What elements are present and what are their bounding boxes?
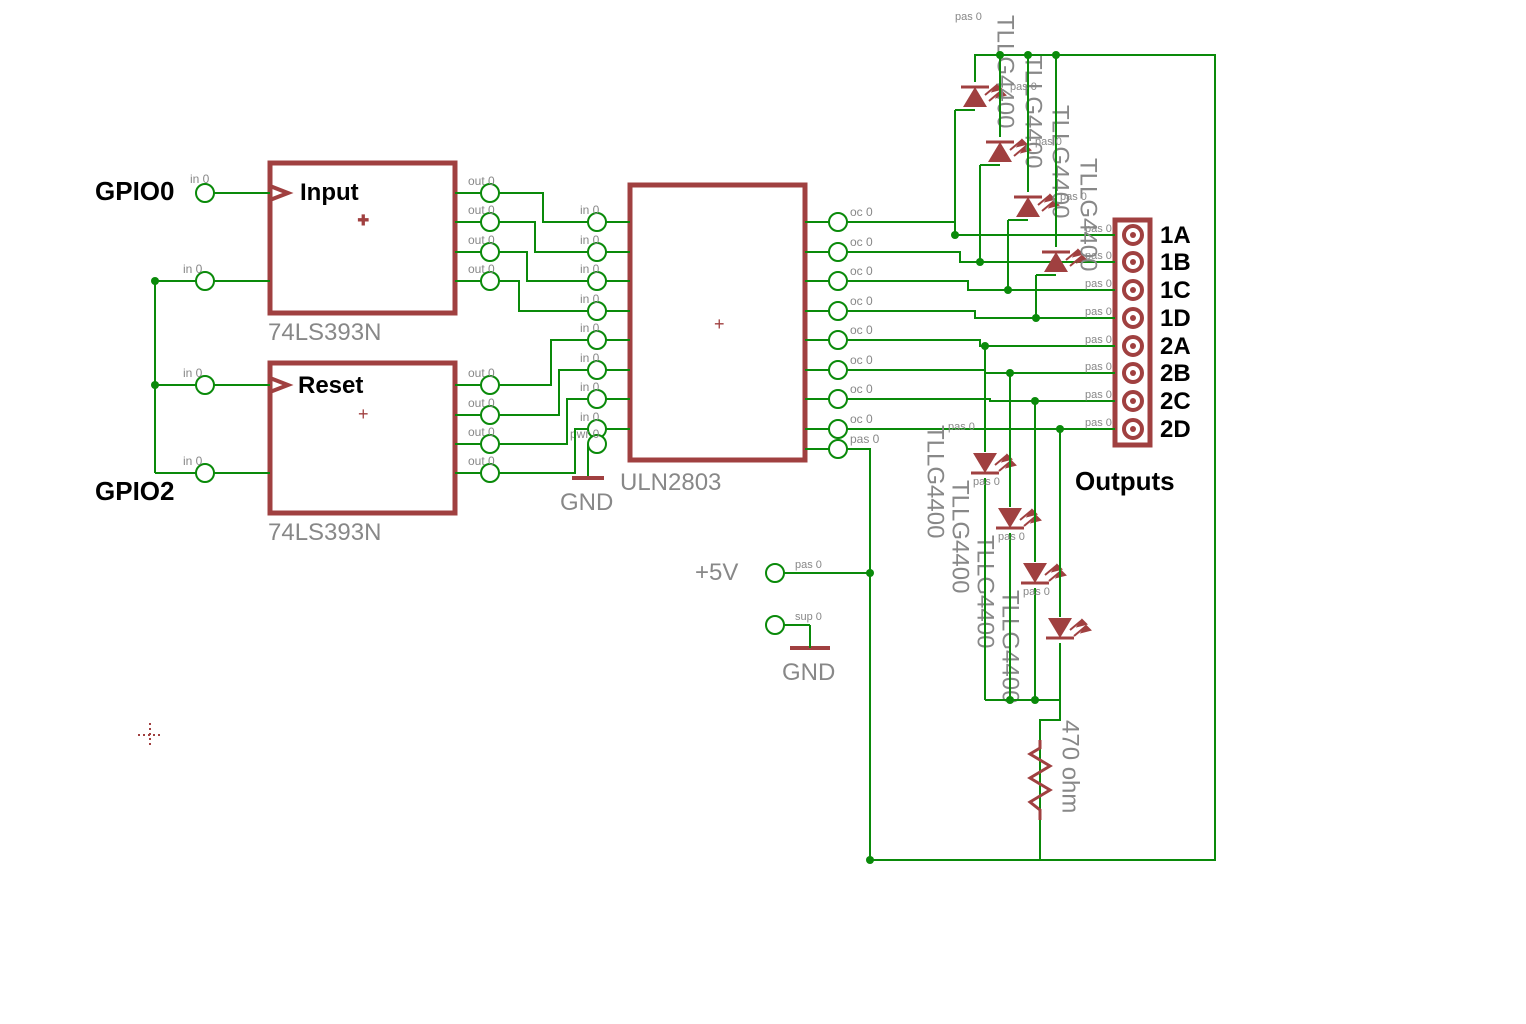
svg-text:sup 0: sup 0 xyxy=(795,611,822,623)
svg-text:pas 0: pas 0 xyxy=(1085,334,1112,346)
svg-text:pas 0: pas 0 xyxy=(998,531,1025,543)
svg-text:oc 0: oc 0 xyxy=(850,235,873,249)
label-input: Input xyxy=(300,179,359,206)
svg-text:TLLG4400: TLLG4400 xyxy=(947,480,974,593)
r1-value: 470 ohm xyxy=(1057,720,1084,813)
svg-text:oc 0: oc 0 xyxy=(850,353,873,367)
svg-text:oc 0: oc 0 xyxy=(850,294,873,308)
svg-text:out 0: out 0 xyxy=(468,425,495,439)
svg-text:out 0: out 0 xyxy=(468,454,495,468)
svg-text:out 0: out 0 xyxy=(468,262,495,276)
origin-cross-icon xyxy=(138,723,162,747)
svg-text:+: + xyxy=(358,210,369,230)
bus-counter-to-driver xyxy=(499,193,588,473)
svg-text:in 0: in 0 xyxy=(580,380,600,394)
svg-text:+: + xyxy=(358,404,369,424)
svg-text:pas 0: pas 0 xyxy=(955,11,982,23)
svg-text:pas 0: pas 0 xyxy=(850,432,880,446)
svg-text:TLLG4400: TLLG4400 xyxy=(1075,158,1102,271)
svg-text:in 0: in 0 xyxy=(580,203,600,217)
out-1d: 1D xyxy=(1160,305,1191,332)
out-2d: 2D xyxy=(1160,416,1191,443)
svg-text:pas 0: pas 0 xyxy=(1035,136,1062,148)
out-2c: 2C xyxy=(1160,388,1191,415)
svg-text:out 0: out 0 xyxy=(468,203,495,217)
svg-text:in 0: in 0 xyxy=(580,321,600,335)
svg-text:in 0: in 0 xyxy=(183,366,203,380)
svg-text:oc 0: oc 0 xyxy=(850,205,873,219)
svg-text:out 0: out 0 xyxy=(468,233,495,247)
svg-text:in 0: in 0 xyxy=(580,351,600,365)
label-gpio2: GPIO2 xyxy=(95,476,174,506)
svg-text:pas 0: pas 0 xyxy=(1010,81,1037,93)
svg-text:in 0: in 0 xyxy=(183,262,203,276)
label-gnd1: GND xyxy=(560,489,613,516)
out-2b: 2B xyxy=(1160,360,1191,387)
ic-74ls393-a xyxy=(270,163,455,313)
uln-inputs: in 0 in 0 in 0 in 0 in 0 in 0 in 0 in 0 … xyxy=(570,203,606,453)
svg-text:in 0: in 0 xyxy=(190,172,210,186)
svg-text:+: + xyxy=(714,314,725,334)
svg-text:oc 0: oc 0 xyxy=(850,264,873,278)
svg-text:oc 0: oc 0 xyxy=(850,323,873,337)
svg-text:in 0: in 0 xyxy=(580,262,600,276)
svg-text:pas 0: pas 0 xyxy=(1085,389,1112,401)
out-1b: 1B xyxy=(1160,249,1191,276)
schematic-canvas: GPIO0 GPIO2 in 0 Input + 74LS393N Reset … xyxy=(0,0,1526,1024)
svg-text:in 0: in 0 xyxy=(580,292,600,306)
svg-text:in 0: in 0 xyxy=(183,454,203,468)
out-1a: 1A xyxy=(1160,222,1191,249)
svg-text:in 0: in 0 xyxy=(580,410,600,424)
label-gpio0: GPIO0 xyxy=(95,176,174,206)
svg-text:oc 0: oc 0 xyxy=(850,412,873,426)
svg-text:pas 0: pas 0 xyxy=(1085,361,1112,373)
output-header xyxy=(1115,220,1150,445)
svg-text:out 0: out 0 xyxy=(468,396,495,410)
uln-outputs: oc 0 oc 0 oc 0 oc 0 oc 0 oc 0 oc 0 oc 0 … xyxy=(829,205,880,458)
svg-text:in 0: in 0 xyxy=(580,233,600,247)
svg-text:TLLG4400: TLLG4400 xyxy=(1020,55,1047,168)
svg-text:pas 0: pas 0 xyxy=(795,559,822,571)
svg-text:pas 0: pas 0 xyxy=(1085,417,1112,429)
svg-text:pas 0: pas 0 xyxy=(948,421,975,433)
outputs-header-label: Outputs xyxy=(1075,466,1175,496)
part-u2: ULN2803 xyxy=(620,469,721,496)
svg-text:pas 0: pas 0 xyxy=(973,476,1000,488)
svg-text:out 0: out 0 xyxy=(468,366,495,380)
svg-text:TLLG4400: TLLG4400 xyxy=(922,425,949,538)
part-u1b: 74LS393N xyxy=(268,519,381,546)
svg-text:out 0: out 0 xyxy=(468,174,495,188)
part-u1a: 74LS393N xyxy=(268,319,381,346)
svg-text:oc 0: oc 0 xyxy=(850,382,873,396)
svg-text:TLLG4400: TLLG4400 xyxy=(992,15,1019,128)
u1a-outputs: out 0 out 0 out 0 out 0 xyxy=(455,174,499,290)
led-array-bottom: TLLG4400 TLLG4400 TLLG4400 TLLG4400 xyxy=(922,425,1091,703)
out-1c: 1C xyxy=(1160,277,1191,304)
u1b-outputs: out 0 out 0 out 0 out 0 xyxy=(455,366,499,482)
svg-text:pas 0: pas 0 xyxy=(1060,191,1087,203)
svg-text:pas 0: pas 0 xyxy=(1023,586,1050,598)
label-reset: Reset xyxy=(298,372,363,399)
label-5v: +5V xyxy=(695,559,738,586)
out-2a: 2A xyxy=(1160,333,1191,360)
label-gnd2: GND xyxy=(782,659,835,686)
svg-text:pas 0: pas 0 xyxy=(1085,278,1112,290)
svg-text:pas 0: pas 0 xyxy=(1085,306,1112,318)
